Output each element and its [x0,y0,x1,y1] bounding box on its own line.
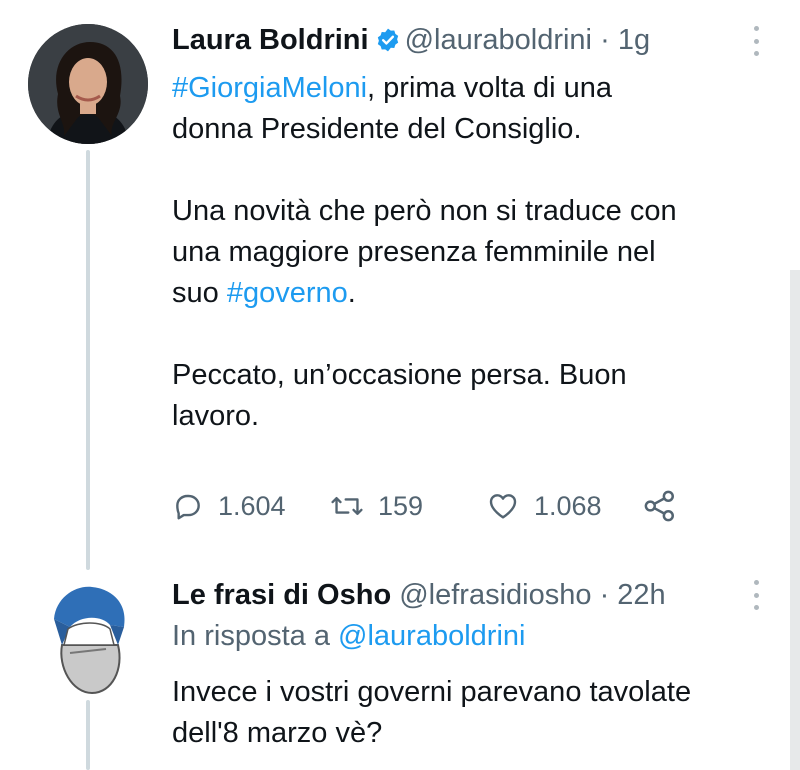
separator-dot: · [600,24,610,56]
share-icon [644,490,674,522]
separator: · [592,579,618,611]
profile-photo-icon [28,24,148,144]
text-span: . [347,277,356,309]
text-line: dell'8 marzo vè? [172,717,383,749]
more-icon[interactable] [752,580,760,610]
timestamp[interactable]: 22h [617,579,665,611]
hashtag-link[interactable]: #governo [227,277,348,309]
reply-icon [176,494,200,520]
tweet[interactable]: Laura Boldrini @lauraboldrini · 1g #Giorg… [0,0,800,555]
author-name[interactable]: Laura Boldrini [172,24,369,56]
like-button[interactable]: 1.068 [486,486,602,526]
tweet-header: Laura Boldrini @lauraboldrini · 1g [172,22,650,62]
text-line: donna Presidente del Consiglio. [172,113,582,145]
timestamp[interactable]: 1g [618,24,650,56]
retweet-count: 159 [378,490,424,521]
text-line: lavoro. [172,400,260,432]
text-span: suo [172,277,227,309]
reply-button[interactable]: 1.604 [172,486,286,526]
author-handle[interactable]: @lauraboldrini [405,24,592,56]
like-count: 1.068 [534,490,602,521]
more-icon[interactable] [752,26,760,56]
share-button[interactable] [642,486,678,526]
retweet-button[interactable]: 159 [330,486,423,526]
text-line: una maggiore presenza femminile nel [172,236,656,268]
reply-prefix: In risposta a [172,620,339,652]
tweet-text: Invece i vostri governi parevano tavolat… [172,672,772,754]
text-line: #GiorgiaMeloni, prima volta di una [172,68,772,109]
avatar[interactable] [48,575,130,695]
retweet-icon [331,496,363,516]
separator: · [592,24,618,56]
action-bar: 1.604 159 1.068 [172,486,692,526]
author-name[interactable]: Le frasi di Osho [172,579,391,611]
reply-count: 1.604 [218,490,286,521]
verified-badge-icon [375,26,401,62]
like-icon [489,494,517,519]
text-line: Peccato, un’occasione persa. Buon [172,359,627,391]
tweet-header: Le frasi di Osho @lefrasidiosho · 22h [172,577,666,613]
tweet-text: #GiorgiaMeloni, prima volta di una donna… [172,68,772,437]
author-handle[interactable]: @lefrasidiosho [399,579,591,611]
separator-dot: · [599,579,610,611]
avatar[interactable] [28,24,148,144]
mention-link[interactable]: @lauraboldrini [338,620,525,652]
hashtag-link[interactable]: #GiorgiaMeloni [172,72,367,104]
text-line: Invece i vostri governi parevano tavolat… [172,676,692,708]
text-line: Una novità che però non si traduce con [172,195,677,227]
reply-context: In risposta a @lauraboldrini [172,620,525,653]
text-span: , prima volta di una [367,72,613,104]
text-line: suo #governo. [172,273,772,314]
profile-photo-icon [54,586,125,695]
